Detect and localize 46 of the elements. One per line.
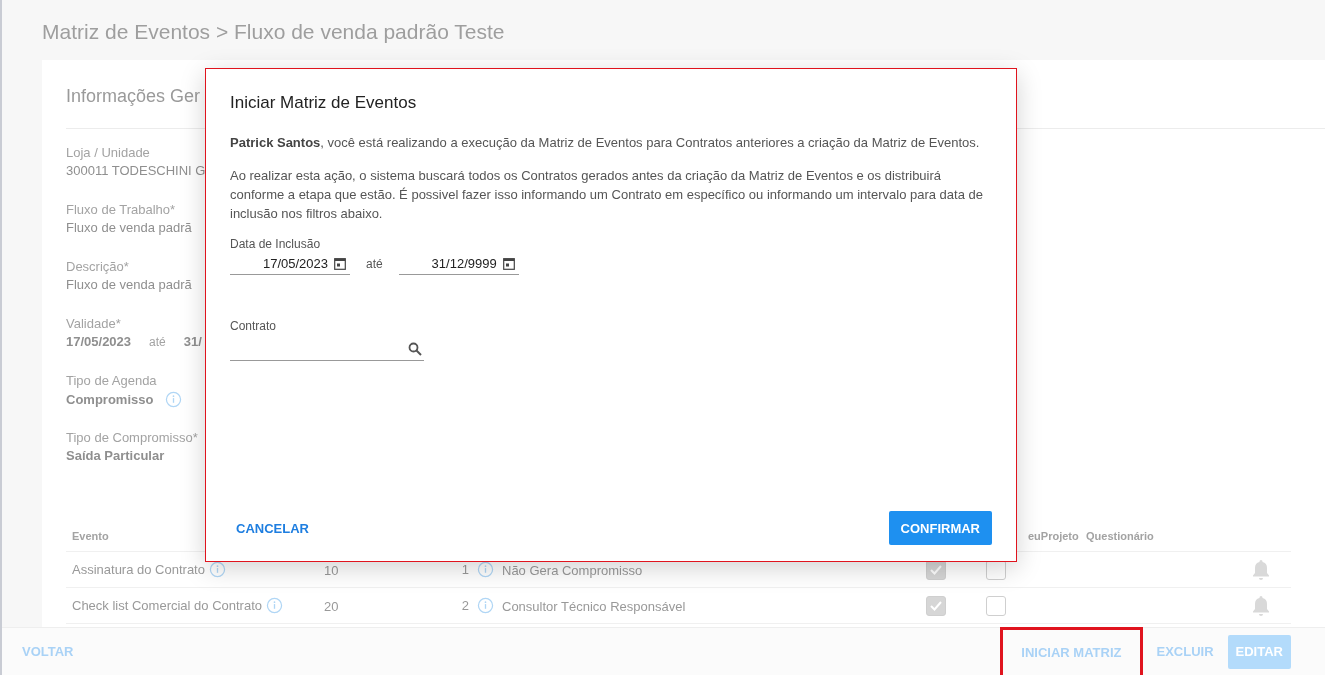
dialog-paragraph: Patrick Santos, você está realizando a execução da Matriz de Eventos para Contratos anteriores a criação da Matriz de Eventos. bbox=[230, 134, 981, 152]
separator-text: até bbox=[149, 334, 166, 349]
checkmark-icon bbox=[930, 564, 942, 575]
column-header: Evento bbox=[72, 529, 110, 542]
calendar-icon[interactable] bbox=[502, 257, 515, 270]
table-cell: 1 bbox=[461, 562, 469, 577]
checkbox[interactable] bbox=[986, 595, 1006, 616]
column-header: Questionário bbox=[1086, 529, 1154, 542]
table-cell: Consultor Técnico Responsável bbox=[502, 598, 686, 614]
section-title: Informações Ger bbox=[66, 86, 201, 108]
cancel-button[interactable]: CANCELAR bbox=[230, 514, 315, 542]
table-cell: Assinatura do Contrato bbox=[72, 562, 205, 577]
field-label: Tipo de Compromisso* bbox=[66, 430, 198, 445]
field-label: Fluxo de Trabalho* bbox=[66, 202, 176, 217]
separator-text: até bbox=[366, 257, 383, 273]
field-value: 300011 TODESCHINI G bbox=[66, 163, 206, 178]
field-label: Contrato bbox=[230, 319, 278, 333]
dialog-title: Iniciar Matriz de Eventos bbox=[230, 93, 418, 113]
field-value: 31/ bbox=[183, 334, 202, 349]
table-cell: 20 bbox=[324, 598, 339, 614]
info-icon[interactable] bbox=[477, 561, 494, 578]
field-value: 17/05/2023 bbox=[66, 334, 132, 349]
checkmark-icon bbox=[930, 600, 942, 611]
field-value: Saída Particular bbox=[66, 448, 165, 463]
field-label: Data de Inclusão bbox=[230, 237, 322, 251]
calendar-icon[interactable] bbox=[334, 257, 346, 270]
checkbox[interactable] bbox=[926, 595, 946, 616]
date-field[interactable]: 31/12/9999 bbox=[398, 253, 519, 275]
dialog-paragraph: Ao realizar esta ação, o sistema buscará todos os Contratos gerados antes da criação da Matriz de Eventos e os distribuirá conforme a etapa que estão. É possivel fazer isso informando um Contrato em específico ou informando um intervalo para data de inclusão nos filtros abaixo. bbox=[230, 167, 984, 223]
table-cell: Não Gera Compromisso bbox=[502, 562, 643, 578]
field-value: Compromisso bbox=[66, 392, 154, 407]
table-cell: Check list Comercial do Contrato bbox=[72, 598, 263, 613]
table-cell: 2 bbox=[461, 598, 469, 613]
table-cell: 10 bbox=[324, 562, 339, 578]
field-value: Fluxo de venda padrã bbox=[66, 220, 192, 235]
field-label: Tipo de Agenda bbox=[66, 373, 157, 388]
field-label: Validade* bbox=[66, 316, 121, 331]
field-label: Descrição* bbox=[66, 259, 129, 274]
date-field[interactable]: 17/05/2023 bbox=[230, 253, 350, 275]
breadcrumb-title: Matriz de Eventos > Fluxo de venda padrão Teste bbox=[41, 19, 506, 45]
field-value: Fluxo de venda padrã bbox=[66, 277, 192, 292]
column-header: euProjeto bbox=[1028, 529, 1080, 542]
field-label: Loja / Unidade bbox=[66, 145, 150, 160]
info-icon[interactable] bbox=[208, 561, 226, 578]
search-icon[interactable] bbox=[408, 341, 422, 356]
confirm-button[interactable]: CONFIRMAR bbox=[888, 511, 992, 545]
